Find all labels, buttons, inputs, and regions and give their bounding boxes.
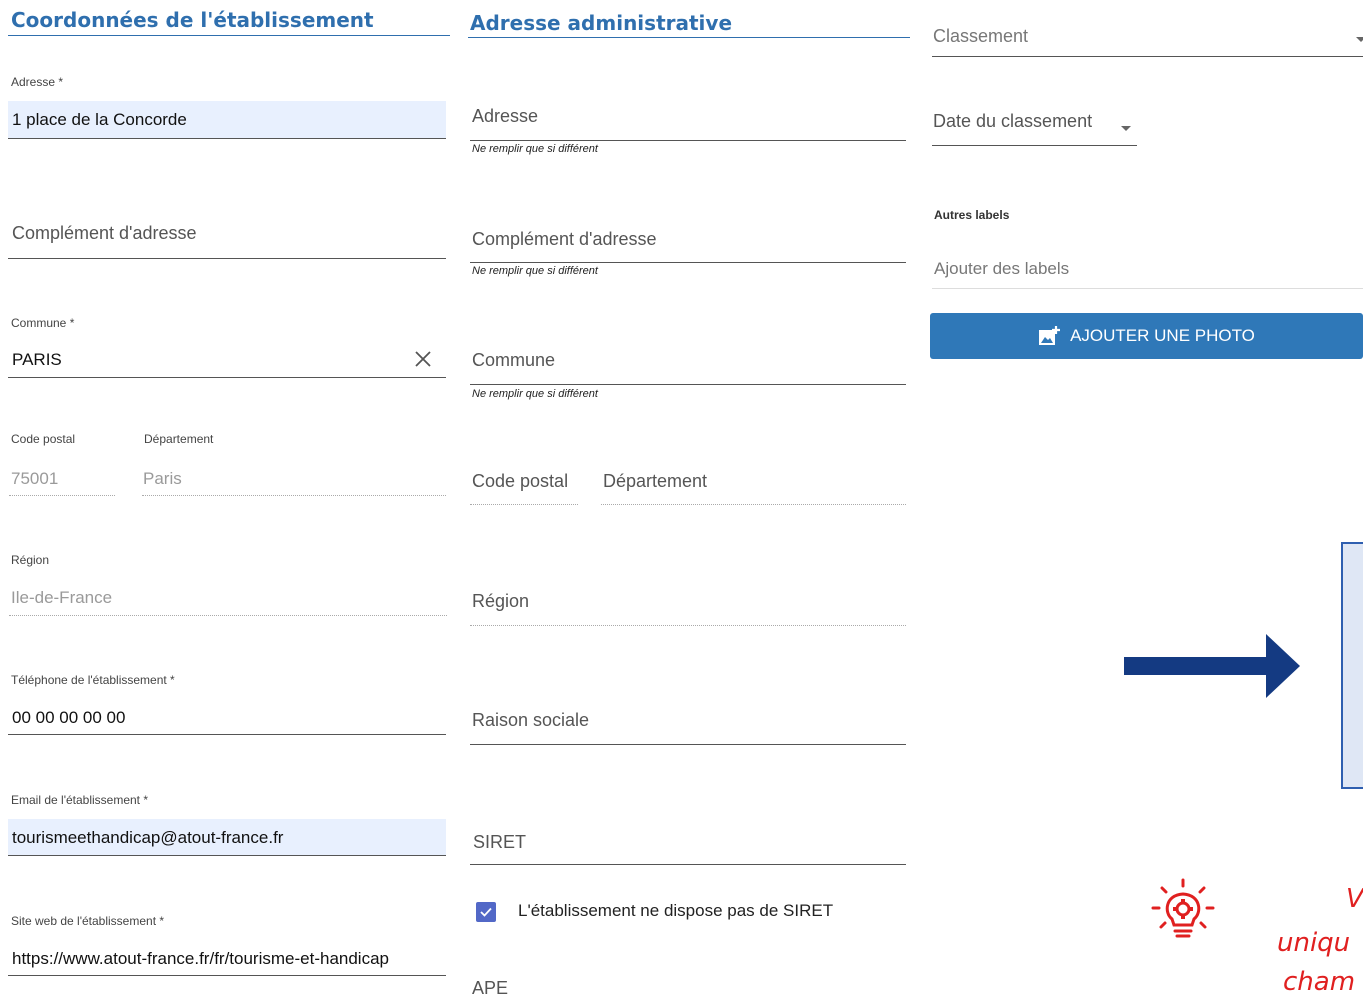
date-classement-underline: [932, 145, 1137, 146]
admin-region-input[interactable]: Région: [470, 584, 906, 624]
siret-underline: [470, 864, 906, 865]
admin-commune-input[interactable]: Commune: [470, 344, 906, 384]
departement-value: Paris: [143, 469, 182, 488]
telephone-input[interactable]: 00 00 00 00 00: [8, 699, 446, 734]
ape-input[interactable]: APE: [470, 972, 906, 1002]
add-photo-icon: [1038, 326, 1061, 346]
checkmark-icon: [480, 907, 492, 917]
site-label: Site web de l'établissement *: [11, 914, 165, 928]
admin-adresse-underline: [470, 140, 906, 141]
tip-line-3: cham: [1283, 967, 1356, 997]
raison-sociale-placeholder: Raison sociale: [472, 710, 590, 730]
adresse-input[interactable]: 1 place de la Concorde: [8, 101, 446, 138]
telephone-value: 00 00 00 00 00: [12, 708, 126, 727]
tip-line-2: uniqu: [1277, 928, 1351, 958]
admin-departement-placeholder: Département: [603, 471, 708, 491]
date-classement-select[interactable]: Date du classement: [932, 104, 1137, 144]
commune-label: Commune *: [11, 316, 75, 330]
code-postal-value: 75001: [11, 469, 59, 488]
departement-underline: [142, 495, 446, 496]
classement-underline: [932, 56, 1363, 57]
admin-region-underline: [470, 625, 906, 626]
admin-commune-hint: Ne remplir que si différent: [472, 388, 598, 400]
email-label: Email de l'établissement *: [11, 793, 149, 807]
email-underline: [8, 855, 446, 856]
complement-placeholder: Complément d'adresse: [12, 223, 197, 243]
siret-input[interactable]: SIRET: [470, 825, 906, 864]
admin-code-postal-input[interactable]: Code postal: [470, 464, 578, 504]
admin-adresse-input[interactable]: Adresse: [470, 100, 906, 140]
telephone-underline: [8, 734, 446, 735]
commune-input[interactable]: PARIS: [8, 340, 446, 377]
admin-departement-underline: [601, 504, 906, 505]
site-value: https://www.atout-france.fr/fr/tourisme-…: [12, 949, 389, 968]
autres-labels-underline: [932, 288, 1363, 289]
siret-placeholder: SIRET: [473, 832, 527, 852]
admin-adresse-placeholder: Adresse: [472, 106, 539, 126]
admin-complement-input[interactable]: Complément d'adresse: [470, 222, 906, 262]
classement-placeholder: Classement: [933, 26, 1029, 46]
admin-commune-underline: [470, 384, 906, 385]
chevron-down-icon: [1356, 37, 1363, 42]
site-underline: [8, 975, 446, 976]
adresse-underline: [8, 138, 446, 139]
email-input[interactable]: tourismeethandicap@atout-france.fr: [8, 819, 446, 855]
code-postal-label: Code postal: [11, 432, 76, 446]
section-underline: [8, 35, 450, 36]
admin-adresse-hint: Ne remplir que si différent: [472, 143, 598, 155]
site-input[interactable]: https://www.atout-france.fr/fr/tourisme-…: [8, 940, 446, 975]
admin-complement-hint: Ne remplir que si différent: [472, 265, 598, 277]
date-classement-placeholder: Date du classement: [933, 111, 1093, 131]
autres-labels-label: Autres labels: [934, 208, 1010, 222]
admin-complement-placeholder: Complément d'adresse: [472, 229, 657, 249]
autres-labels-placeholder: Ajouter des labels: [934, 259, 1070, 278]
admin-code-postal-placeholder: Code postal: [472, 471, 569, 491]
admin-region-placeholder: Région: [472, 591, 530, 611]
departement-label: Département: [144, 432, 214, 446]
email-value: tourismeethandicap@atout-france.fr: [12, 828, 284, 847]
section-title-coordonnees: Coordonnées de l'établissement: [11, 8, 374, 32]
no-siret-checkbox[interactable]: [476, 902, 496, 922]
add-photo-button[interactable]: AJOUTER UNE PHOTO: [930, 313, 1363, 359]
clear-icon[interactable]: [414, 350, 432, 368]
autres-labels-input[interactable]: Ajouter des labels: [932, 252, 1363, 288]
arrow-right-icon: [1124, 634, 1300, 698]
admin-complement-underline: [470, 262, 906, 263]
code-postal-underline: [9, 495, 115, 496]
raison-sociale-input[interactable]: Raison sociale: [470, 704, 906, 744]
commune-value: PARIS: [12, 350, 62, 369]
add-photo-label: AJOUTER UNE PHOTO: [1070, 326, 1255, 345]
section-underline: [468, 37, 910, 38]
lightbulb-icon: [1151, 878, 1215, 938]
chevron-down-icon: [1121, 126, 1131, 131]
classement-select[interactable]: Classement: [932, 20, 1363, 56]
info-box: [1341, 542, 1363, 789]
commune-underline: [8, 377, 446, 378]
telephone-label: Téléphone de l'établissement *: [11, 673, 175, 687]
admin-code-postal-underline: [470, 504, 578, 505]
region-underline: [9, 615, 447, 616]
ape-placeholder: APE: [472, 978, 509, 998]
admin-commune-placeholder: Commune: [472, 350, 556, 370]
admin-departement-input[interactable]: Département: [601, 464, 906, 504]
region-label: Région: [11, 553, 50, 567]
no-siret-label: L'établissement ne dispose pas de SIRET: [518, 901, 834, 920]
complement-underline: [8, 258, 446, 259]
region-value: Ile-de-France: [11, 588, 113, 607]
adresse-label: Adresse *: [11, 75, 64, 89]
section-title-adresse-admin: Adresse administrative: [470, 11, 733, 35]
adresse-value: 1 place de la Concorde: [12, 110, 187, 129]
complement-input[interactable]: Complément d'adresse: [8, 215, 446, 258]
raison-sociale-underline: [470, 744, 906, 745]
tip-line-1: V: [1346, 884, 1363, 914]
